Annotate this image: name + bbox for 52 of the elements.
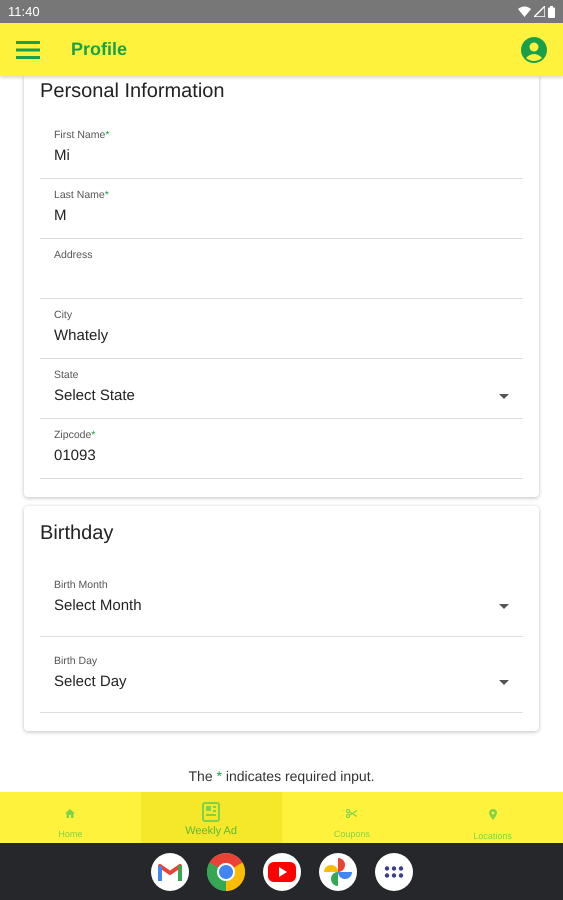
field-label: Birth Month [54, 579, 109, 591]
app-launcher-button[interactable] [262, 852, 300, 890]
scissors-icon [346, 809, 358, 818]
section-title: Birthday [40, 522, 114, 545]
menu-button[interactable] [16, 40, 40, 58]
field-label: Birth Day [54, 655, 98, 667]
field-label: City [54, 309, 74, 321]
dropdown-field[interactable]: Birth Month Select Month [40, 561, 523, 637]
field-value: Select Day [54, 673, 127, 691]
field-label: First Name* [54, 129, 110, 141]
page-title: Profile [71, 39, 128, 60]
clock-time: 11:40 [8, 4, 40, 19]
dropdown-caret-icon [499, 680, 509, 684]
field-value: Select Month [54, 597, 142, 615]
dropdown-field[interactable]: Birth Day Select Day [40, 637, 523, 713]
field-label: Zipcode* [54, 429, 96, 441]
browser-icon [206, 852, 244, 890]
app-grid-icon [384, 866, 404, 878]
field-value: Mi [54, 147, 70, 165]
input-field[interactable]: Last Name* M [40, 179, 523, 239]
app-launcher-button[interactable] [374, 852, 412, 890]
field-label: Address [54, 249, 94, 261]
input-field[interactable]: Address [40, 239, 523, 299]
section-title: Personal Information [40, 80, 226, 103]
newspaper-icon [202, 802, 220, 822]
input-field[interactable]: Zipcode* 01093 [40, 419, 523, 479]
home-icon [65, 809, 76, 818]
field-value: Whately [54, 327, 108, 345]
wifi-icon [518, 6, 531, 17]
app-launcher-button[interactable] [318, 852, 356, 890]
dropdown-caret-icon [499, 394, 509, 398]
menu-icon [16, 40, 40, 58]
account-icon [521, 36, 547, 62]
app-launcher-button[interactable] [150, 852, 188, 890]
signal-icon [534, 6, 545, 17]
required-note: The * indicates required input. [187, 768, 376, 784]
app-launcher-button[interactable] [206, 852, 244, 890]
mail-icon [158, 862, 182, 880]
field-value: 01093 [54, 447, 96, 465]
input-field[interactable]: City Whately [40, 299, 523, 359]
field-value: Select State [54, 387, 135, 405]
play-icon [268, 862, 296, 882]
input-field[interactable]: First Name* Mi [40, 119, 523, 179]
field-label: Last Name* [54, 189, 110, 201]
pinwheel-icon [324, 858, 352, 886]
dropdown-field[interactable]: State Select State [40, 359, 523, 419]
dropdown-caret-icon [499, 604, 509, 608]
battery-icon [548, 6, 555, 18]
location-pin-icon [488, 809, 497, 820]
field-label: State [54, 369, 80, 381]
field-value: M [54, 207, 66, 225]
account-button[interactable] [521, 36, 547, 62]
